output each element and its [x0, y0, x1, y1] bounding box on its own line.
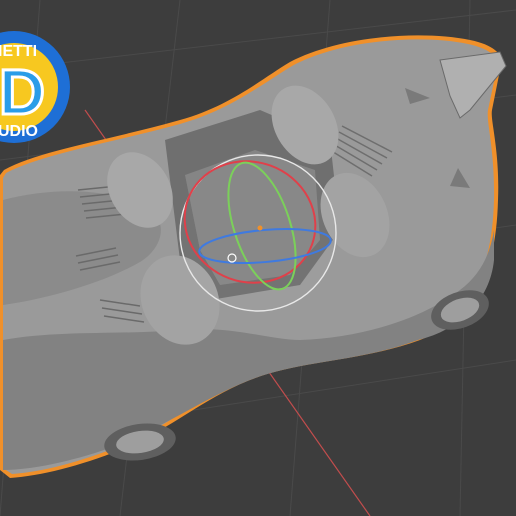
- studio-logo: NETTI D UDIO: [0, 31, 70, 143]
- viewport-scene[interactable]: [0, 0, 516, 516]
- gizmo-trackball-ring[interactable]: [179, 154, 337, 312]
- logo-text-bottom: UDIO: [0, 123, 38, 140]
- logo-text-mid: D: [0, 56, 45, 128]
- 3d-viewport[interactable]: NETTI D UDIO: [0, 0, 516, 516]
- origin-dot: [257, 225, 263, 231]
